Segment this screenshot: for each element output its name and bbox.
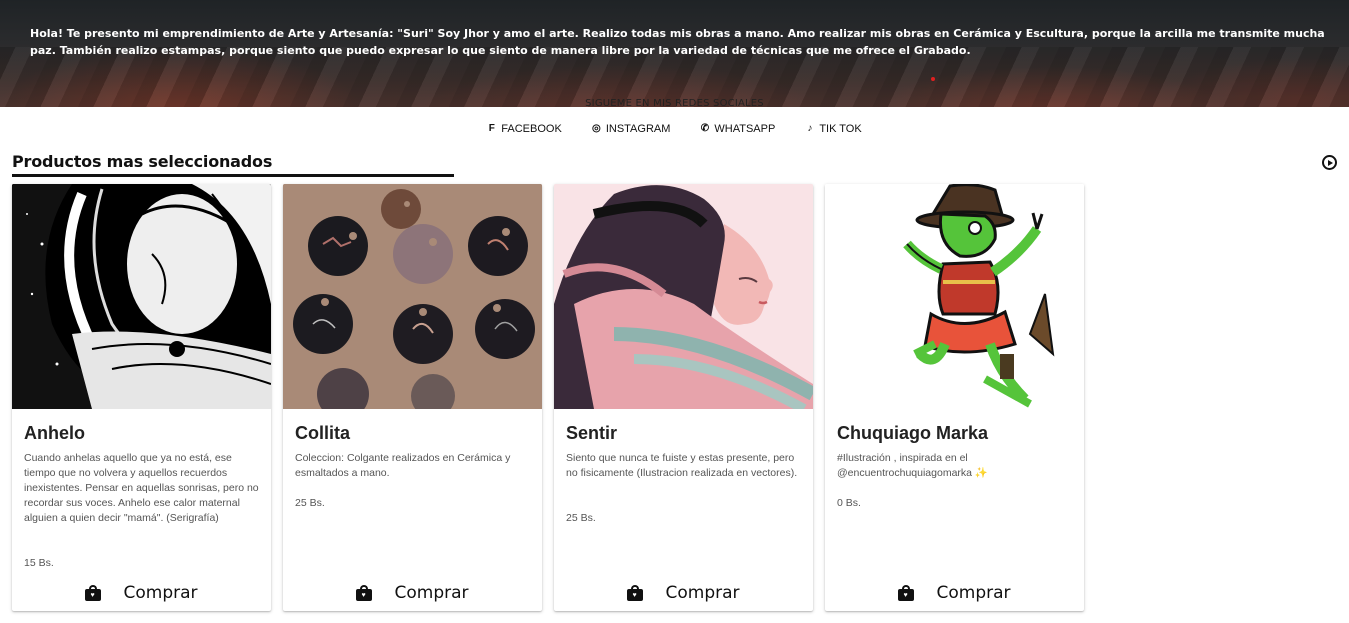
facebook-icon: f xyxy=(488,123,495,134)
tiktok-icon: ♪ xyxy=(807,123,813,134)
product-description: #Ilustración , inspirada en el @encuentr… xyxy=(837,452,988,479)
product-image-collita xyxy=(283,184,542,409)
product-description: Coleccion: Colgante realizados en Cerámi… xyxy=(295,452,511,479)
buy-label: Comprar xyxy=(936,583,1011,603)
instagram-label: INSTAGRAM xyxy=(605,123,671,135)
products-section-title: Productos mas seleccionados xyxy=(12,152,273,171)
shopping-bag-icon: ♥ xyxy=(85,585,102,601)
product-description: Siento que nunca te fuiste y estas prese… xyxy=(566,452,798,479)
instagram-link[interactable]: ◎ INSTAGRAM xyxy=(591,122,671,136)
product-description: Cuando anhelas aquello que ya no está, e… xyxy=(24,452,259,524)
product-image-chuquiago-marka xyxy=(825,184,1084,409)
buy-button[interactable]: ♥ Comprar xyxy=(283,581,542,605)
buy-button[interactable]: ♥ Comprar xyxy=(12,581,271,605)
whatsapp-label: WHATSAPP xyxy=(714,123,776,135)
whatsapp-icon: ✆ xyxy=(700,123,710,134)
product-card-chuquiago-marka: Chuquiago Marka #Ilustración , inspirada… xyxy=(825,184,1084,611)
shopping-bag-icon: ♥ xyxy=(356,585,373,601)
section-title-underline xyxy=(12,174,454,177)
social-heading: SIGUEME EN MIS REDES SOCIALES xyxy=(585,98,764,109)
hero-decoration-dot xyxy=(931,77,935,81)
buy-button[interactable]: ♥ Comprar xyxy=(825,581,1084,605)
product-title: Sentir xyxy=(566,423,618,443)
buy-button[interactable]: ♥ Comprar xyxy=(554,581,813,605)
buy-label: Comprar xyxy=(123,583,198,603)
tiktok-label: TIK TOK xyxy=(819,123,862,135)
product-title: Chuquiago Marka xyxy=(837,423,989,443)
hero-intro-text: Hola! Te presento mi emprendimiento de A… xyxy=(30,27,1325,57)
product-price: 25 Bs. xyxy=(295,497,325,509)
tiktok-link[interactable]: ♪ TIK TOK xyxy=(805,122,861,136)
facebook-link[interactable]: f FACEBOOK xyxy=(487,122,562,136)
shopping-bag-icon: ♥ xyxy=(627,585,644,601)
product-title: Collita xyxy=(295,423,351,443)
product-list: Anhelo Cuando anhelas aquello que ya no … xyxy=(12,184,1084,611)
product-price: 15 Bs. xyxy=(24,557,54,569)
play-icon[interactable] xyxy=(1322,155,1337,170)
facebook-label: FACEBOOK xyxy=(501,123,562,135)
product-card-sentir: Sentir Siento que nunca te fuiste y esta… xyxy=(554,184,813,611)
instagram-icon: ◎ xyxy=(591,123,601,134)
product-title: Anhelo xyxy=(24,423,85,443)
product-image-anhelo xyxy=(12,184,271,409)
shopping-bag-icon: ♥ xyxy=(898,585,915,601)
whatsapp-link[interactable]: ✆ WHATSAPP xyxy=(700,122,776,136)
product-price: 0 Bs. xyxy=(837,497,861,509)
buy-label: Comprar xyxy=(665,583,740,603)
product-card-collita: Collita Coleccion: Colgante realizados e… xyxy=(283,184,542,611)
product-card-anhelo: Anhelo Cuando anhelas aquello que ya no … xyxy=(12,184,271,611)
product-image-sentir xyxy=(554,184,813,409)
social-links: f FACEBOOK ◎ INSTAGRAM ✆ WHATSAPP ♪ TIK … xyxy=(0,122,1349,136)
product-price: 25 Bs. xyxy=(566,512,596,524)
hero-banner: Hola! Te presento mi emprendimiento de A… xyxy=(0,0,1349,107)
buy-label: Comprar xyxy=(394,583,469,603)
